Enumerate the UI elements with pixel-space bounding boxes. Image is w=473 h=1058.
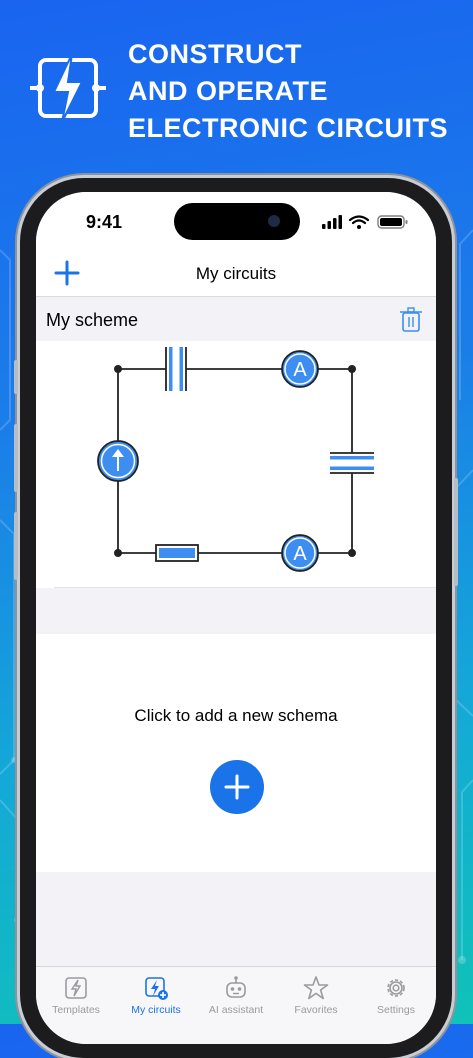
trash-icon[interactable]	[400, 307, 422, 333]
star-icon	[303, 976, 329, 1000]
capacitor-top[interactable]	[165, 347, 187, 391]
resistor-bottom[interactable]	[155, 544, 199, 562]
hero-banner: CONSTRUCT AND OPERATE ELECTRONIC CIRCUIT…	[30, 36, 460, 146]
templates-icon	[65, 977, 87, 999]
lightning-logo-icon	[30, 53, 106, 123]
card-footer	[36, 588, 436, 635]
phone-volume-up	[14, 424, 18, 492]
hero-headline: CONSTRUCT AND OPERATE ELECTRONIC CIRCUIT…	[128, 36, 458, 147]
tab-settings[interactable]: Settings	[356, 975, 436, 1025]
circuit-diagram[interactable]: A A	[86, 341, 386, 586]
navigation-bar: My circuits	[36, 252, 436, 297]
scheme-title: My scheme	[46, 310, 139, 330]
scheme-card-header: My scheme	[36, 297, 436, 341]
hero-line-1: CONSTRUCT	[128, 39, 302, 69]
dynamic-island	[174, 203, 300, 240]
phone-frame: 9:41 My circuits My scheme A A Click to …	[14, 178, 458, 1058]
ai-assistant-icon	[226, 976, 246, 998]
camera-icon	[268, 215, 280, 227]
status-indicators	[322, 215, 408, 229]
battery-icon	[377, 215, 408, 229]
phone-power-button	[454, 478, 458, 586]
wifi-icon	[348, 215, 370, 225]
add-schema-panel: Click to add a new schema	[36, 634, 436, 872]
tab-my-circuits[interactable]: My circuits	[116, 975, 196, 1025]
add-schema-label: Click to add a new schema	[134, 706, 338, 725]
tab-label-favorites: Favorites	[294, 1004, 338, 1016]
hero-line-2: AND OPERATE	[128, 76, 329, 106]
tab-bar: Templates My circuits AI assistant Favor…	[36, 966, 436, 1044]
app-screen: 9:41 My circuits My scheme A A Click to …	[36, 192, 436, 1044]
phone-volume-down	[14, 512, 18, 580]
tab-label-ai-assistant: AI assistant	[208, 1004, 264, 1016]
tab-templates[interactable]: Templates	[36, 975, 116, 1025]
current-source-left[interactable]	[97, 440, 139, 482]
ammeter-bottom[interactable]: A	[281, 534, 319, 572]
ammeter-top[interactable]: A	[281, 350, 319, 388]
phone-side-button	[14, 360, 18, 394]
tab-ai-assistant[interactable]: AI assistant	[196, 975, 276, 1025]
svg-text:A: A	[293, 543, 307, 565]
tab-favorites[interactable]: Favorites	[276, 975, 356, 1025]
plus-icon	[224, 774, 250, 800]
page-title: My circuits	[195, 264, 277, 283]
my-circuits-icon	[145, 977, 168, 1000]
status-bar: 9:41	[36, 192, 436, 252]
tab-label-my-circuits: My circuits	[131, 1004, 181, 1016]
add-schema-button[interactable]	[210, 760, 264, 814]
status-time: 9:41	[86, 212, 123, 232]
tab-label-settings: Settings	[377, 1004, 415, 1016]
capacitor-right[interactable]	[330, 452, 374, 474]
tab-label-templates: Templates	[52, 1004, 100, 1016]
signal-icon	[322, 215, 342, 229]
hero-line-3: ELECTRONIC CIRCUITS	[128, 113, 448, 143]
scheme-card[interactable]: My scheme A A	[36, 297, 436, 635]
svg-text:A: A	[293, 359, 307, 381]
gear-icon	[387, 979, 405, 997]
